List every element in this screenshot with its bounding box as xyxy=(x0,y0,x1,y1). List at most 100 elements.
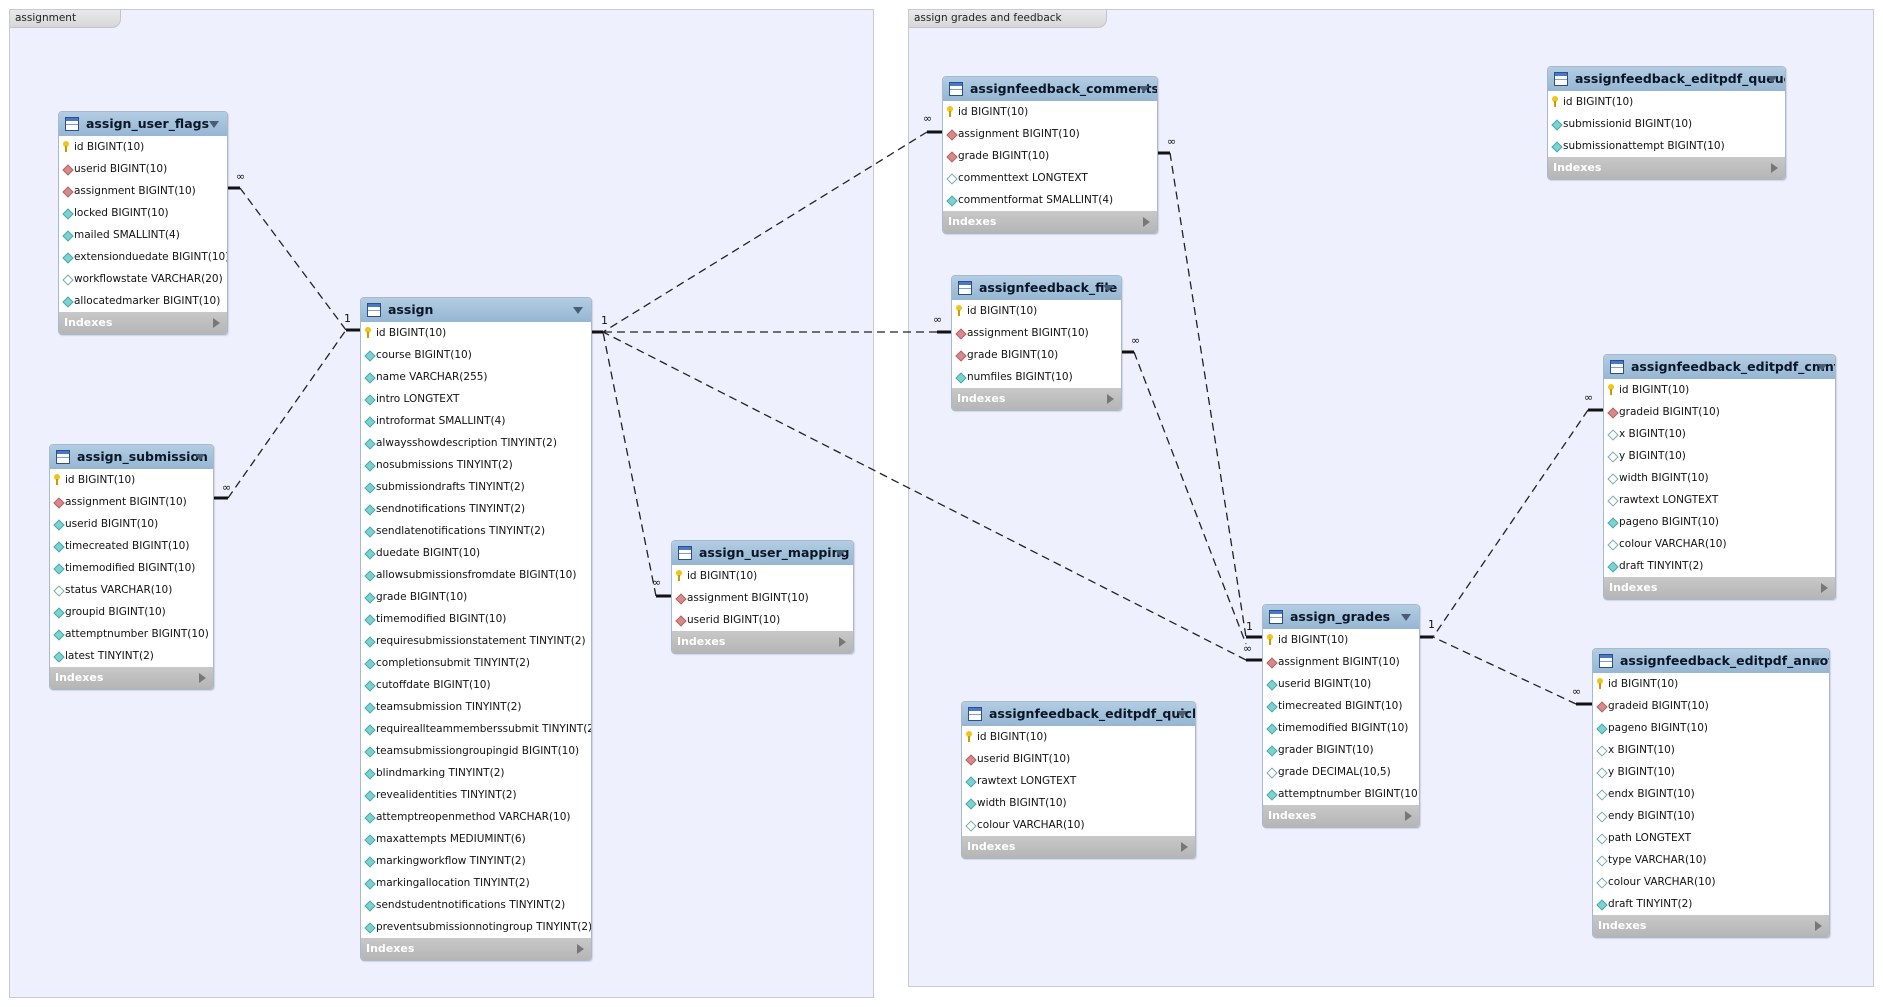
column-row[interactable]: id BIGINT(10) xyxy=(361,322,591,344)
column-row[interactable]: width BIGINT(10) xyxy=(1604,467,1835,489)
column-row[interactable]: endy BIGINT(10) xyxy=(1593,805,1829,827)
column-row[interactable]: colour VARCHAR(10) xyxy=(1604,533,1835,555)
expand-arrow-icon[interactable] xyxy=(1771,163,1778,173)
column-row[interactable]: id BIGINT(10) xyxy=(962,726,1195,748)
table-header[interactable]: assignfeedback_editpdf_cmnt xyxy=(1604,355,1835,379)
table-assign-user-mapping[interactable]: assign_user_mapping id BIGINT(10) assignme… xyxy=(671,540,854,654)
column-row[interactable]: id BIGINT(10) xyxy=(50,469,213,491)
column-row[interactable]: markingworkflow TINYINT(2) xyxy=(361,850,591,872)
column-row[interactable]: x BIGINT(10) xyxy=(1593,739,1829,761)
column-row[interactable]: intro LONGTEXT xyxy=(361,388,591,410)
column-row[interactable]: grade BIGINT(10) xyxy=(943,145,1157,167)
column-row[interactable]: type VARCHAR(10) xyxy=(1593,849,1829,871)
column-row[interactable]: id BIGINT(10) xyxy=(1548,91,1785,113)
table-header[interactable]: assign_grades xyxy=(1263,605,1419,629)
column-row[interactable]: id BIGINT(10) xyxy=(1593,673,1829,695)
column-row[interactable]: id BIGINT(10) xyxy=(1263,629,1419,651)
table-assignfeedback-comments[interactable]: assignfeedback_comments id BIGINT(10) assi… xyxy=(942,76,1158,234)
expand-arrow-icon[interactable] xyxy=(199,673,206,683)
table-assignfeedback-editpdf-queue[interactable]: assignfeedback_editpdf_queue id BIGINT(10… xyxy=(1547,66,1786,180)
table-assignfeedback-editpdf-annot[interactable]: assignfeedback_editpdf_annot id BIGINT(10… xyxy=(1592,648,1830,938)
column-row[interactable]: allocatedmarker BIGINT(10) xyxy=(59,290,227,312)
column-row[interactable]: assignment BIGINT(10) xyxy=(943,123,1157,145)
column-row[interactable]: userid BIGINT(10) xyxy=(1263,673,1419,695)
column-row[interactable]: colour VARCHAR(10) xyxy=(962,814,1195,836)
indexes-footer[interactable]: Indexes xyxy=(59,312,227,334)
expand-arrow-icon[interactable] xyxy=(1405,811,1412,821)
column-row[interactable]: name VARCHAR(255) xyxy=(361,366,591,388)
column-row[interactable]: gradeid BIGINT(10) xyxy=(1604,401,1835,423)
column-row[interactable]: draft TINYINT(2) xyxy=(1593,893,1829,915)
expand-arrow-icon[interactable] xyxy=(1821,583,1828,593)
table-assignfeedback-editpdf-quick[interactable]: assignfeedback_editpdf_quick id BIGINT(10… xyxy=(961,701,1196,859)
table-header[interactable]: assignfeedback_editpdf_queue xyxy=(1548,67,1785,91)
collapse-arrow-icon[interactable] xyxy=(209,121,219,128)
column-row[interactable]: teamsubmissiongroupingid BIGINT(10) xyxy=(361,740,591,762)
table-header[interactable]: assignfeedback_editpdf_annot xyxy=(1593,649,1829,673)
column-row[interactable]: cutoffdate BIGINT(10) xyxy=(361,674,591,696)
table-assign-submission[interactable]: assign_submission id BIGINT(10) assignment… xyxy=(49,444,214,690)
column-row[interactable]: alwaysshowdescription TINYINT(2) xyxy=(361,432,591,454)
column-row[interactable]: x BIGINT(10) xyxy=(1604,423,1835,445)
column-row[interactable]: timecreated BIGINT(10) xyxy=(1263,695,1419,717)
column-row[interactable]: assignment BIGINT(10) xyxy=(1263,651,1419,673)
column-row[interactable]: groupid BIGINT(10) xyxy=(50,601,213,623)
column-row[interactable]: locked BIGINT(10) xyxy=(59,202,227,224)
table-header[interactable]: assign_user_flags xyxy=(59,112,227,136)
indexes-footer[interactable]: Indexes xyxy=(1263,805,1419,827)
expand-arrow-icon[interactable] xyxy=(1107,394,1114,404)
column-row[interactable]: workflowstate VARCHAR(20) xyxy=(59,268,227,290)
expand-arrow-icon[interactable] xyxy=(839,637,846,647)
column-row[interactable]: status VARCHAR(10) xyxy=(50,579,213,601)
column-row[interactable]: userid BIGINT(10) xyxy=(50,513,213,535)
column-row[interactable]: sendstudentnotifications TINYINT(2) xyxy=(361,894,591,916)
column-row[interactable]: sendnotifications TINYINT(2) xyxy=(361,498,591,520)
column-row[interactable]: userid BIGINT(10) xyxy=(962,748,1195,770)
column-row[interactable]: y BIGINT(10) xyxy=(1604,445,1835,467)
expand-arrow-icon[interactable] xyxy=(577,944,584,954)
indexes-footer[interactable]: Indexes xyxy=(952,388,1121,410)
column-row[interactable]: width BIGINT(10) xyxy=(962,792,1195,814)
table-header[interactable]: assign_user_mapping xyxy=(672,541,853,565)
column-row[interactable]: latest TINYINT(2) xyxy=(50,645,213,667)
table-header[interactable]: assign_submission xyxy=(50,445,213,469)
column-row[interactable]: commentformat SMALLINT(4) xyxy=(943,189,1157,211)
table-assign-user-flags[interactable]: assign_user_flags id BIGINT(10) userid BIG… xyxy=(58,111,228,335)
column-row[interactable]: blindmarking TINYINT(2) xyxy=(361,762,591,784)
column-row[interactable]: submissiondrafts TINYINT(2) xyxy=(361,476,591,498)
column-row[interactable]: introformat SMALLINT(4) xyxy=(361,410,591,432)
column-row[interactable]: timemodified BIGINT(10) xyxy=(361,608,591,630)
column-row[interactable]: id BIGINT(10) xyxy=(672,565,853,587)
column-row[interactable]: allowsubmissionsfromdate BIGINT(10) xyxy=(361,564,591,586)
indexes-footer[interactable]: Indexes xyxy=(1548,157,1785,179)
indexes-footer[interactable]: Indexes xyxy=(361,938,591,960)
column-row[interactable]: teamsubmission TINYINT(2) xyxy=(361,696,591,718)
table-assign[interactable]: assign id BIGINT(10) course BIGINT(10) name… xyxy=(360,297,592,961)
collapse-arrow-icon[interactable] xyxy=(573,307,583,314)
expand-arrow-icon[interactable] xyxy=(1815,921,1822,931)
collapse-arrow-icon[interactable] xyxy=(1177,711,1187,718)
indexes-footer[interactable]: Indexes xyxy=(1604,577,1835,599)
column-row[interactable]: attemptnumber BIGINT(10) xyxy=(1263,783,1419,805)
table-assign-grades[interactable]: assign_grades id BIGINT(10) assignment BIG… xyxy=(1262,604,1420,828)
expand-arrow-icon[interactable] xyxy=(1181,842,1188,852)
column-row[interactable]: submissionattempt BIGINT(10) xyxy=(1548,135,1785,157)
column-row[interactable]: maxattempts MEDIUMINT(6) xyxy=(361,828,591,850)
indexes-footer[interactable]: Indexes xyxy=(672,631,853,653)
column-row[interactable]: timecreated BIGINT(10) xyxy=(50,535,213,557)
column-row[interactable]: commenttext LONGTEXT xyxy=(943,167,1157,189)
column-row[interactable]: pageno BIGINT(10) xyxy=(1604,511,1835,533)
table-assignfeedback-editpdf-cmnt[interactable]: assignfeedback_editpdf_cmnt id BIGINT(10)… xyxy=(1603,354,1836,600)
column-row[interactable]: id BIGINT(10) xyxy=(59,136,227,158)
collapse-arrow-icon[interactable] xyxy=(1139,86,1149,93)
column-row[interactable]: numfiles BIGINT(10) xyxy=(952,366,1121,388)
column-row[interactable]: submissionid BIGINT(10) xyxy=(1548,113,1785,135)
column-row[interactable]: extensionduedate BIGINT(10) xyxy=(59,246,227,268)
column-row[interactable]: userid BIGINT(10) xyxy=(59,158,227,180)
collapse-arrow-icon[interactable] xyxy=(1767,76,1777,83)
collapse-arrow-icon[interactable] xyxy=(1811,658,1821,665)
column-row[interactable]: colour VARCHAR(10) xyxy=(1593,871,1829,893)
column-row[interactable]: assignment BIGINT(10) xyxy=(50,491,213,513)
column-row[interactable]: draft TINYINT(2) xyxy=(1604,555,1835,577)
column-row[interactable]: completionsubmit TINYINT(2) xyxy=(361,652,591,674)
